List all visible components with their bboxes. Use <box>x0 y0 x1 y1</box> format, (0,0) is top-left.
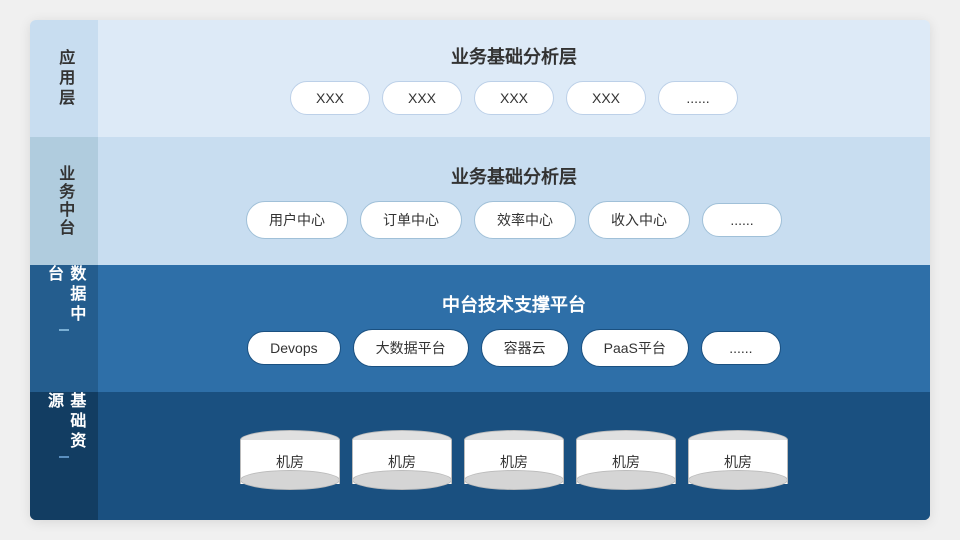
list-item: 大数据平台 <box>353 329 469 367</box>
data-layer-row: 数据中台 中台技术支撑平台 Devops 大数据平台 容器云 PaaS平台 ..… <box>30 265 930 393</box>
cylinder-item: 机房 <box>352 430 452 490</box>
biz-layer-cards: 用户中心 订单中心 效率中心 收入中心 ...... <box>118 201 910 239</box>
cylinder-item: 机房 <box>576 430 676 490</box>
data-layer-content: 中台技术支撑平台 Devops 大数据平台 容器云 PaaS平台 ...... <box>98 265 930 393</box>
biz-layer-title: 业务基础分析层 <box>451 163 577 189</box>
cylinder-item: 机房 <box>688 430 788 490</box>
app-layer-title: 业务基础分析层 <box>451 43 577 69</box>
list-item: ...... <box>701 331 781 365</box>
list-item: 效率中心 <box>474 201 576 239</box>
data-layer-title: 中台技术支撑平台 <box>442 291 586 317</box>
app-layer-content: 业务基础分析层 XXX XXX XXX XXX ...... <box>98 20 930 137</box>
list-item: 用户中心 <box>246 201 348 239</box>
biz-layer-row: 业务中台 业务基础分析层 用户中心 订单中心 效率中心 收入中心 ...... <box>30 137 930 265</box>
data-layer-cards: Devops 大数据平台 容器云 PaaS平台 ...... <box>118 329 910 367</box>
data-layer-label: 数据中台 <box>30 265 98 393</box>
app-layer-cards: XXX XXX XXX XXX ...... <box>118 81 910 115</box>
cylinder-item: 机房 <box>464 430 564 490</box>
list-item: XXX <box>566 81 646 115</box>
biz-layer-content: 业务基础分析层 用户中心 订单中心 效率中心 收入中心 ...... <box>98 137 930 265</box>
infra-layer-label: 基础资源 <box>30 392 98 520</box>
infra-layer-row: 基础资源 机房 机房 <box>30 392 930 520</box>
biz-layer-label: 业务中台 <box>30 137 98 265</box>
app-layer-row: 应用层 业务基础分析层 XXX XXX XXX XXX ...... <box>30 20 930 137</box>
list-item: Devops <box>247 331 340 365</box>
list-item: PaaS平台 <box>581 329 689 367</box>
app-layer-label: 应用层 <box>30 20 98 137</box>
list-item: 容器云 <box>481 329 569 367</box>
list-item: XXX <box>382 81 462 115</box>
list-item: 收入中心 <box>588 201 690 239</box>
list-item: 订单中心 <box>360 201 462 239</box>
list-item: XXX <box>474 81 554 115</box>
list-item: ...... <box>702 203 782 237</box>
list-item: XXX <box>290 81 370 115</box>
list-item: ...... <box>658 81 738 115</box>
infra-layer-content: 机房 机房 机房 机房 机房 <box>98 392 930 520</box>
cylinder-item: 机房 <box>240 430 340 490</box>
architecture-diagram: 应用层 业务基础分析层 XXX XXX XXX XXX ...... 业务中台 … <box>30 20 930 520</box>
